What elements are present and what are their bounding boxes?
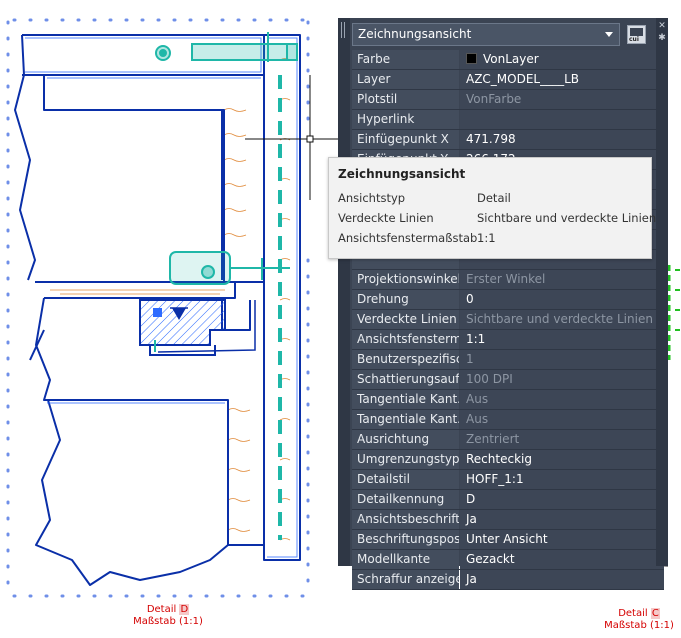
property-row[interactable]: Tangentiale Kant... Aus (352, 390, 664, 410)
property-label: Benutzerspezifisc... (352, 350, 459, 369)
view-tooltip: Zeichnungsansicht Ansichtstyp Detail Ver… (328, 157, 656, 259)
property-label: Tangentiale Kant... (352, 410, 459, 429)
property-value[interactable]: Ja (460, 570, 664, 589)
gear-icon[interactable]: ✱ (658, 34, 666, 43)
property-value[interactable]: Erster Winkel (460, 270, 664, 289)
property-label: Detailstil (352, 470, 459, 489)
quick-select-label: cui (629, 36, 639, 43)
property-value[interactable]: 100 DPI (460, 370, 664, 389)
property-value[interactable]: Rechteckig (460, 450, 664, 469)
property-row[interactable]: Benutzerspezifisc...1 (352, 350, 664, 370)
property-row[interactable]: Verdeckte Linien Sichtbare und verdeckte … (352, 310, 664, 330)
property-value[interactable]: 1 (460, 350, 664, 369)
detail-c-id: C (650, 608, 660, 619)
property-row[interactable]: Modellkante Gezackt (352, 550, 664, 570)
tooltip-row: Verdeckte Linien Sichtbare und verdeckte… (338, 211, 656, 225)
property-value[interactable]: HOFF_1:1 (460, 470, 664, 489)
tooltip-row: Ansichtsfenstermaßstab 1:1 (338, 231, 496, 245)
tooltip-row-label: Ansichtstyp (338, 191, 406, 205)
property-value[interactable]: Sichtbare und verdeckte Linien (460, 310, 664, 329)
property-row[interactable]: Ausrichtung Zentriert (352, 430, 664, 450)
property-value[interactable]: Zentriert (460, 430, 664, 449)
property-list: Farbe VonLayer Layer AZC_MODEL____LB Plotsti… (352, 50, 664, 590)
property-row[interactable]: Ansichtsfensterm...1:1 (352, 330, 664, 350)
detail-d-scale: Maßstab (1:1) (133, 616, 203, 627)
detail-d-prefix: Detail (146, 604, 180, 615)
property-label: Ausrichtung (352, 430, 459, 449)
property-label: Beschriftungspos... (352, 530, 459, 549)
property-row[interactable]: Schattierungsauf... 100 DPI (352, 370, 664, 390)
property-label: Verdeckte Linien (352, 310, 459, 329)
tooltip-row-value: 1:1 (477, 231, 496, 245)
property-label: Detailkennung (352, 490, 459, 509)
profile-section (139, 299, 256, 356)
property-row[interactable]: Farbe VonLayer (352, 50, 664, 70)
property-row[interactable]: Detailkennung D (352, 490, 664, 510)
property-label: Projektionswinkel (352, 270, 459, 289)
property-row[interactable]: Einfügepunkt X 471.798 (352, 130, 664, 150)
property-value-text: VonLayer (483, 52, 539, 66)
property-label: Einfügepunkt X (352, 130, 459, 149)
tooltip-row-value: Sichtbare und verdeckte Linien (477, 211, 657, 225)
tooltip-title: Zeichnungsansicht (338, 167, 466, 181)
palette-grip-handle[interactable] (338, 18, 350, 566)
detail-d-id: D (179, 604, 190, 615)
property-value[interactable]: Gezackt (460, 550, 664, 569)
property-label: Ansichtsfensterm... (352, 330, 459, 349)
property-row[interactable]: Ansichtsbeschrift...Ja (352, 510, 664, 530)
property-value[interactable]: VonLayer (460, 50, 664, 69)
property-row[interactable]: Plotstil VonFarbe (352, 90, 664, 110)
property-row[interactable]: Hyperlink (352, 110, 664, 130)
tooltip-row-value: Detail (477, 191, 511, 205)
property-label: Drehung (352, 290, 459, 309)
property-label: Hyperlink (352, 110, 459, 129)
property-label: Tangentiale Kant... (352, 390, 459, 409)
property-label: Schattierungsauf... (352, 370, 459, 389)
property-value[interactable]: D (460, 490, 664, 509)
property-value[interactable]: Ja (460, 510, 664, 529)
property-label: Layer (352, 70, 459, 89)
property-label: Plotstil (352, 90, 459, 109)
property-label: Schraffur anzeigen (352, 570, 459, 589)
close-icon[interactable]: ✕ (658, 22, 666, 31)
detail-d-label: Detail D Maßstab (1:1) (118, 604, 218, 628)
object-type-dropdown[interactable]: Zeichnungsansicht (352, 23, 620, 46)
properties-palette[interactable]: Zeichnungsansicht cui Farbe VonLayer Layer… (338, 18, 668, 590)
property-label: Modellkante (352, 550, 459, 569)
property-value[interactable]: VonFarbe (460, 90, 664, 109)
hardware-teal (154, 32, 298, 540)
palette-titlebar[interactable]: ✕ ✱ (656, 18, 668, 566)
property-value[interactable]: AZC_MODEL____LB (460, 70, 664, 89)
detail-c-prefix: Detail (618, 608, 651, 619)
property-value[interactable]: Unter Ansicht (460, 530, 664, 549)
property-row[interactable]: Umgrenzungstyp Rechteckig (352, 450, 664, 470)
property-label: Farbe (352, 50, 459, 69)
property-row[interactable]: Beschriftungspos...Unter Ansicht (352, 530, 664, 550)
property-row[interactable]: Layer AZC_MODEL____LB (352, 70, 664, 90)
property-row[interactable]: Projektionswinkel Erster Winkel (352, 270, 664, 290)
tooltip-row-label: Ansichtsfenstermaßstab (338, 231, 478, 245)
property-row[interactable]: Detailstil HOFF_1:1 (352, 470, 664, 490)
quick-select-button[interactable]: cui (627, 25, 646, 44)
property-label: Ansichtsbeschrift... (352, 510, 459, 529)
property-value[interactable]: 471.798 (460, 130, 664, 149)
color-swatch-icon (466, 53, 477, 64)
property-label: Umgrenzungstyp (352, 450, 459, 469)
property-value[interactable]: Aus (460, 390, 664, 409)
property-row[interactable]: Drehung 0 (352, 290, 664, 310)
tooltip-row-label: Verdeckte Linien (338, 211, 434, 225)
property-row[interactable]: Tangentiale Kant... Aus (352, 410, 664, 430)
detail-c-label: Detail C Maßstab (1:1) (597, 608, 681, 632)
tooltip-row: Ansichtstyp Detail (338, 191, 511, 205)
chevron-down-icon (605, 32, 613, 37)
monitor-icon (630, 28, 643, 36)
crosshair-cursor (245, 75, 338, 200)
property-value[interactable]: 1:1 (460, 330, 664, 349)
property-value[interactable]: 0 (460, 290, 664, 309)
property-value[interactable] (460, 110, 664, 129)
property-row[interactable]: Schraffur anzeigen Ja (352, 570, 664, 590)
property-value[interactable]: Aus (460, 410, 664, 429)
detail-c-scale: Maßstab (1:1) (604, 620, 674, 631)
object-type-value: Zeichnungsansicht (358, 27, 472, 41)
